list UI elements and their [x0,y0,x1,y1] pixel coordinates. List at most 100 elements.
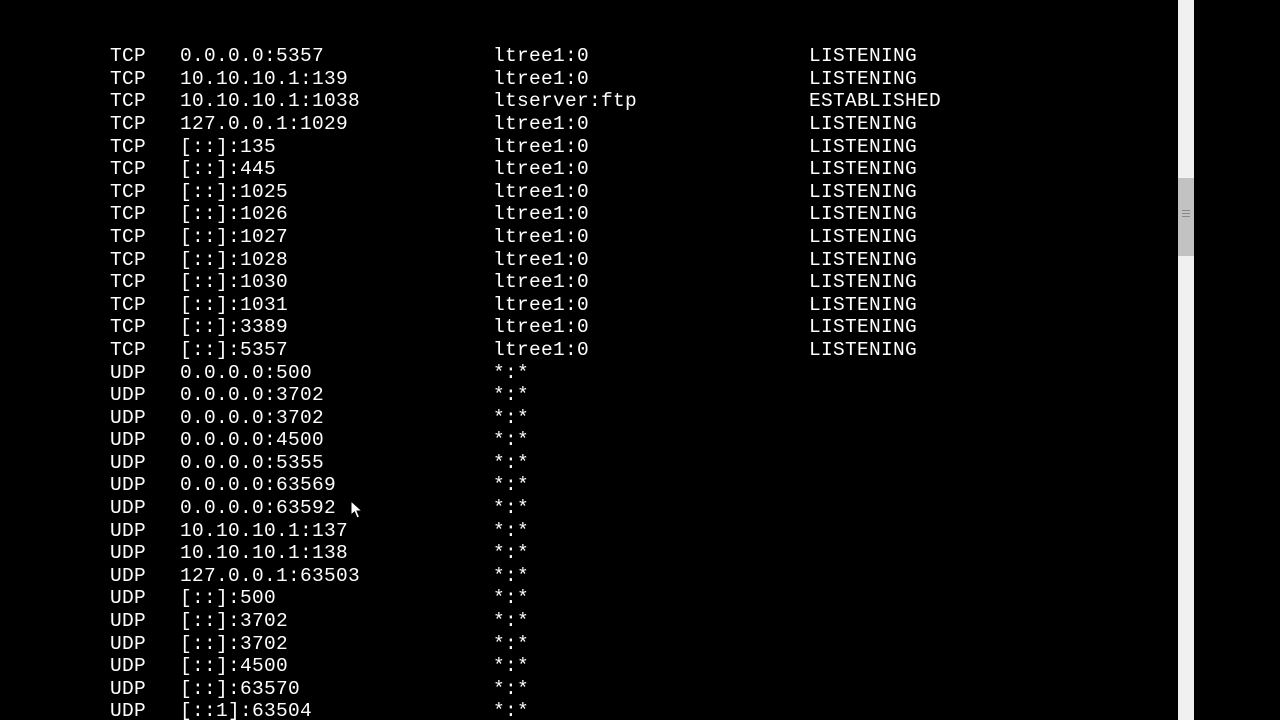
col-proto: TCP [84,294,180,317]
col-proto: UDP [84,429,180,452]
col-state: LISTENING [809,181,917,204]
col-foreign-address: ltree1:0 [493,45,809,68]
netstat-row: TCP[::]:5357ltree1:0LISTENING [84,339,1178,362]
col-foreign-address: *:* [493,610,809,633]
col-foreign-address: *:* [493,384,809,407]
col-foreign-address: *:* [493,474,809,497]
col-foreign-address: *:* [493,497,809,520]
col-state: LISTENING [809,316,917,339]
netstat-row: UDP[::]:3702*:* [84,610,1178,633]
col-local-address: [::]:3389 [180,316,493,339]
col-state: LISTENING [809,294,917,317]
col-foreign-address: ltree1:0 [493,316,809,339]
col-local-address: [::]:3702 [180,610,493,633]
col-local-address: [::]:3702 [180,633,493,656]
col-local-address: [::]:1031 [180,294,493,317]
col-local-address: 0.0.0.0:3702 [180,407,493,430]
col-local-address: [::]:1028 [180,249,493,272]
col-local-address: 10.10.10.1:138 [180,542,493,565]
netstat-row: UDP[::]:4500*:* [84,655,1178,678]
col-local-address: [::]:1025 [180,181,493,204]
netstat-row: UDP[::]:63570*:* [84,678,1178,701]
netstat-row: TCP[::]:3389ltree1:0LISTENING [84,316,1178,339]
col-local-address: 127.0.0.1:1029 [180,113,493,136]
col-local-address: 0.0.0.0:63592 [180,497,493,520]
netstat-row: UDP0.0.0.0:3702*:* [84,384,1178,407]
col-foreign-address: *:* [493,678,809,701]
col-proto: UDP [84,700,180,720]
netstat-row: TCP10.10.10.1:139ltree1:0LISTENING [84,68,1178,91]
col-foreign-address: *:* [493,429,809,452]
col-local-address: [::]:1027 [180,226,493,249]
col-proto: TCP [84,158,180,181]
scrollbar-lower [1178,680,1194,720]
col-state: LISTENING [809,68,917,91]
col-proto: UDP [84,362,180,385]
netstat-row: UDP10.10.10.1:137*:* [84,520,1178,543]
terminal-window: TCP0.0.0.0:5357ltree1:0LISTENINGTCP10.10… [0,0,1280,720]
netstat-row: UDP0.0.0.0:63592*:* [84,497,1178,520]
col-foreign-address: ltree1:0 [493,203,809,226]
col-proto: TCP [84,271,180,294]
netstat-row: UDP[::]:3702*:* [84,633,1178,656]
col-foreign-address: ltree1:0 [493,181,809,204]
netstat-row: TCP[::]:135ltree1:0LISTENING [84,136,1178,159]
col-foreign-address: *:* [493,655,809,678]
col-local-address: [::]:5357 [180,339,493,362]
netstat-row: TCP[::]:1030ltree1:0LISTENING [84,271,1178,294]
col-foreign-address: *:* [493,633,809,656]
netstat-row: UDP0.0.0.0:500*:* [84,362,1178,385]
col-local-address: 10.10.10.1:139 [180,68,493,91]
col-local-address: 0.0.0.0:5357 [180,45,493,68]
col-proto: UDP [84,520,180,543]
terminal-output[interactable]: TCP0.0.0.0:5357ltree1:0LISTENINGTCP10.10… [84,0,1178,720]
col-local-address: 0.0.0.0:3702 [180,384,493,407]
col-proto: UDP [84,610,180,633]
col-proto: TCP [84,226,180,249]
netstat-row: TCP[::]:1027ltree1:0LISTENING [84,226,1178,249]
col-state: LISTENING [809,271,917,294]
col-local-address: 10.10.10.1:137 [180,520,493,543]
netstat-row: TCP127.0.0.1:1029ltree1:0LISTENING [84,113,1178,136]
col-proto: UDP [84,542,180,565]
col-proto: TCP [84,90,180,113]
col-state: LISTENING [809,136,917,159]
scrollbar-thumb[interactable] [1178,178,1194,256]
col-proto: UDP [84,452,180,475]
col-local-address: 0.0.0.0:63569 [180,474,493,497]
col-state: LISTENING [809,158,917,181]
netstat-row: TCP[::]:1031ltree1:0LISTENING [84,294,1178,317]
col-proto: TCP [84,113,180,136]
netstat-row: TCP[::]:1028ltree1:0LISTENING [84,249,1178,272]
scrollbar-track[interactable] [1178,0,1194,680]
col-state: ESTABLISHED [809,90,941,113]
col-local-address: 0.0.0.0:5355 [180,452,493,475]
col-proto: UDP [84,633,180,656]
col-proto: UDP [84,474,180,497]
netstat-row: TCP0.0.0.0:5357ltree1:0LISTENING [84,45,1178,68]
col-state: LISTENING [809,45,917,68]
col-state: LISTENING [809,339,917,362]
col-proto: TCP [84,45,180,68]
col-proto: TCP [84,136,180,159]
col-proto: UDP [84,587,180,610]
col-foreign-address: ltree1:0 [493,136,809,159]
col-foreign-address: ltserver:ftp [493,90,809,113]
col-foreign-address: ltree1:0 [493,249,809,272]
col-foreign-address: ltree1:0 [493,68,809,91]
col-foreign-address: ltree1:0 [493,226,809,249]
netstat-row: UDP0.0.0.0:63569*:* [84,474,1178,497]
netstat-row: UDP0.0.0.0:4500*:* [84,429,1178,452]
col-foreign-address: *:* [493,565,809,588]
netstat-row: TCP[::]:1025ltree1:0LISTENING [84,181,1178,204]
col-foreign-address: *:* [493,542,809,565]
netstat-row: TCP[::]:1026ltree1:0LISTENING [84,203,1178,226]
col-proto: TCP [84,316,180,339]
col-foreign-address: ltree1:0 [493,294,809,317]
col-proto: TCP [84,249,180,272]
col-proto: TCP [84,203,180,226]
col-local-address: 0.0.0.0:4500 [180,429,493,452]
col-proto: UDP [84,497,180,520]
netstat-row: UDP[::]:500*:* [84,587,1178,610]
col-local-address: 127.0.0.1:63503 [180,565,493,588]
